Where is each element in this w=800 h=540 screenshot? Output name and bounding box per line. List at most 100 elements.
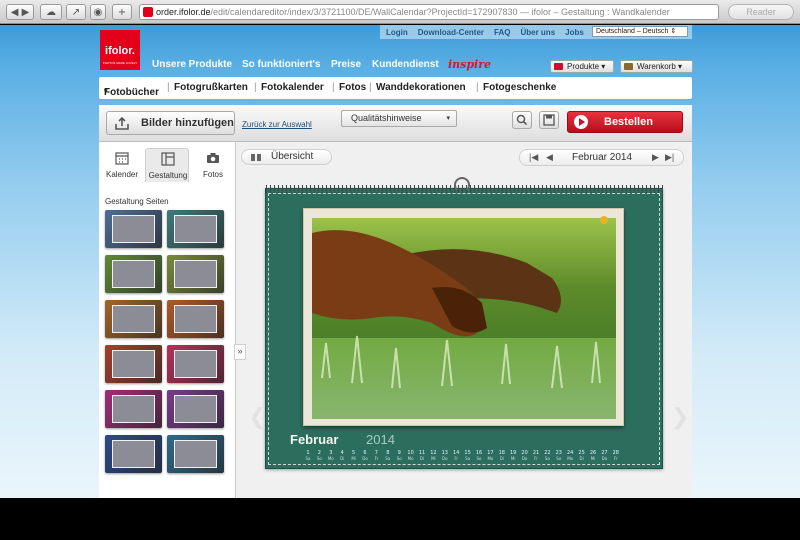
camera-icon xyxy=(207,153,219,163)
download-center-link[interactable]: Download-Center xyxy=(418,28,484,37)
save-button[interactable] xyxy=(539,111,559,129)
design-thumbnail[interactable] xyxy=(105,435,162,473)
photo-dogs[interactable] xyxy=(312,218,616,419)
design-thumbnail[interactable] xyxy=(105,390,162,428)
select-arrow-icon: ⇕ xyxy=(670,28,677,35)
cat-fotogeschenke[interactable]: Fotogeschenke xyxy=(483,82,556,93)
weekday-label: So xyxy=(556,456,562,461)
grid-icon xyxy=(251,154,261,161)
month-label: Februar 2014 xyxy=(571,152,633,163)
thumbnail-photo-slot xyxy=(174,395,217,423)
nav-so-funktionierts[interactable]: So funktioniert's xyxy=(242,59,321,70)
thumbnail-photo-slot xyxy=(112,260,155,288)
calendar-day: 19 Mi xyxy=(507,450,519,461)
add-photos-button[interactable]: Bilder hinzufügen xyxy=(106,111,235,135)
calendar-day: 27 Do xyxy=(598,450,610,461)
calendar-day: 17 Mo xyxy=(484,450,496,461)
design-thumbnail[interactable] xyxy=(167,435,224,473)
calendar-day: 8 Sa xyxy=(382,450,394,461)
back-forward-buttons[interactable]: ◀ ▶ xyxy=(6,4,34,20)
prev-month-icon[interactable]: ◀ xyxy=(546,150,553,165)
nav-inspire[interactable]: inspire xyxy=(448,58,491,71)
calendar-day: 25 Di xyxy=(576,450,588,461)
quality-hints-dropdown[interactable]: Qualitätshinweise ▾ xyxy=(341,110,457,127)
language-select[interactable]: Deutschland – Deutsch ⇕ xyxy=(592,26,688,37)
thumbnail-photo-slot xyxy=(112,350,155,378)
cat-separator: | xyxy=(369,82,372,93)
warenkorb-dropdown[interactable]: Warenkorb ▾ xyxy=(620,60,693,73)
nav-kundendienst[interactable]: Kundendienst xyxy=(372,59,439,70)
last-month-icon[interactable]: ▶| xyxy=(665,150,674,165)
reader-button[interactable]: Reader xyxy=(728,4,794,20)
calendar-day: 22 Sa xyxy=(541,450,553,461)
prev-page-arrow-icon[interactable]: ❮ xyxy=(248,404,266,464)
tab-fotos[interactable]: Fotos xyxy=(191,148,235,182)
url-host: order.ifolor.de xyxy=(156,7,211,17)
new-tab-icon[interactable]: + xyxy=(112,4,132,20)
design-thumbnail[interactable] xyxy=(167,210,224,248)
calendar-day: 1 Sa xyxy=(302,450,314,461)
icloud-icon[interactable]: ☁ xyxy=(40,4,62,20)
cat-fotos[interactable]: Fotos xyxy=(339,82,366,93)
weekday-label: Sa xyxy=(305,456,311,461)
next-page-arrow-icon[interactable]: ❯ xyxy=(671,404,689,464)
cat-wanddekorationen[interactable]: Wanddekorationen xyxy=(376,82,466,93)
thumbnail-photo-slot xyxy=(112,395,155,423)
design-thumbnail[interactable] xyxy=(167,255,224,293)
weekday-label: Sa xyxy=(544,456,550,461)
ifolor-logo[interactable]: ifolor. PHOTOS MADE LOVELY xyxy=(100,30,140,70)
calendar-day: 3 Mo xyxy=(325,450,337,461)
calendar-icon xyxy=(115,152,129,165)
faq-link[interactable]: FAQ xyxy=(494,28,510,37)
calendar-year: 2014 xyxy=(366,432,395,447)
back-to-selection-link[interactable]: Zurück zur Auswahl xyxy=(242,120,312,129)
history-icon[interactable]: ◉ xyxy=(90,4,106,20)
thumbnail-photo-slot xyxy=(174,215,217,243)
design-thumbnail[interactable] xyxy=(105,300,162,338)
address-bar[interactable]: order.ifolor.de/edit/calendareditor/inde… xyxy=(139,4,719,20)
save-icon xyxy=(543,114,555,126)
month-navigator: |◀ ◀ Februar 2014 ▶ ▶| xyxy=(519,149,684,166)
next-month-icon[interactable]: ▶ xyxy=(652,150,659,165)
page-title: — ifolor – Gestaltung : Wandkalender xyxy=(517,7,670,17)
calendar-day: 2 So xyxy=(313,450,325,461)
search-button[interactable] xyxy=(512,111,532,129)
about-link[interactable]: Über uns xyxy=(520,28,555,37)
layout-icon xyxy=(161,152,175,166)
logo-name: ifolor. xyxy=(105,45,135,57)
design-thumbnail[interactable] xyxy=(167,345,224,383)
calendar-days-row: 1 Sa 2 So 3 Mo 4 Di 5 Mi 6 Do 7 Fr 8 Sa 9 So 10 Mo 11 Di 12 Mi 1… xyxy=(302,450,622,466)
thumbnail-photo-slot xyxy=(174,260,217,288)
nav-unsere-produkte[interactable]: Unsere Produkte xyxy=(152,59,232,70)
design-thumbnail[interactable] xyxy=(105,255,162,293)
calendar-day: 7 Fr xyxy=(370,450,382,461)
design-thumbnail[interactable] xyxy=(105,345,162,383)
weekday-label: So xyxy=(396,456,402,461)
design-thumbnail[interactable] xyxy=(105,210,162,248)
cat-fotogrusskarten[interactable]: Fotogrußkarten xyxy=(174,82,248,93)
photo-frame[interactable] xyxy=(303,208,624,426)
nav-preise[interactable]: Preise xyxy=(331,59,361,70)
share-icon[interactable]: ↗ xyxy=(66,4,86,20)
login-link[interactable]: Login xyxy=(386,28,408,37)
design-thumbnail[interactable] xyxy=(167,390,224,428)
weekday-label: Fr xyxy=(454,456,459,461)
overview-button[interactable]: Übersicht xyxy=(241,149,332,165)
calendar-page[interactable]: Februar 2014 1 Sa 2 So 3 Mo 4 Di 5 Mi 6 Do 7 Fr 8 Sa 9 So… xyxy=(265,177,664,469)
grid-icon xyxy=(554,63,563,70)
order-button[interactable]: Bestellen xyxy=(567,111,683,133)
weekday-label: Fr xyxy=(613,456,618,461)
top-links-bar: Login Download-Center FAQ Über uns Jobs … xyxy=(380,25,692,39)
tab-kalender[interactable]: Kalender xyxy=(100,148,144,182)
cat-fotokalender[interactable]: Fotokalender xyxy=(261,82,324,93)
calendar-day: 9 So xyxy=(393,450,405,461)
design-thumbnail[interactable] xyxy=(167,300,224,338)
quality-warning-icon[interactable] xyxy=(600,216,608,224)
calendar-day: 23 So xyxy=(553,450,565,461)
tab-gestaltung[interactable]: Gestaltung xyxy=(145,148,189,182)
produkte-dropdown[interactable]: Produkte ▾ xyxy=(550,60,614,73)
collapse-panel-button[interactable]: » xyxy=(234,344,246,360)
calendar-day: 13 Do xyxy=(439,450,451,461)
jobs-link[interactable]: Jobs xyxy=(565,28,584,37)
first-month-icon[interactable]: |◀ xyxy=(529,150,538,165)
